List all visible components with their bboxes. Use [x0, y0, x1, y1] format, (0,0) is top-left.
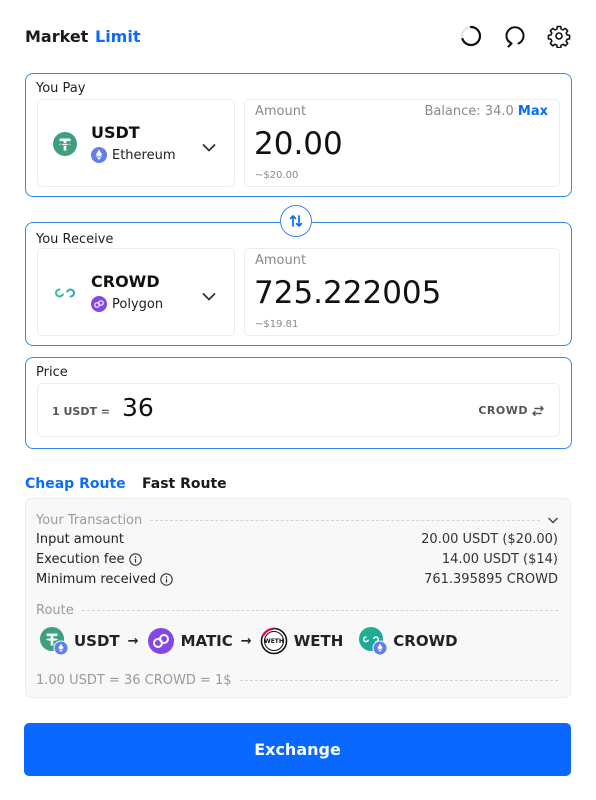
tx-row-minimum-received: Minimum received 761.395895 CROWD	[36, 572, 558, 590]
chevron-down-icon[interactable]	[548, 517, 558, 524]
price-prefix: 1 USDT =	[52, 405, 111, 418]
crowd-on-ethereum-icon	[359, 627, 388, 656]
svg-text:WETH: WETH	[264, 638, 284, 645]
refresh-icon[interactable]	[503, 24, 527, 48]
route-title: Route	[36, 602, 74, 618]
route-node-usdt: USDT	[40, 627, 120, 656]
tab-cheap-route[interactable]: Cheap Route	[25, 476, 126, 492]
header: Market Limit	[25, 22, 573, 52]
receive-amount-box: Amount ~$19.81	[244, 248, 560, 336]
receive-token-selector[interactable]: CROWD Polygon	[37, 248, 235, 336]
route-arrow: →	[240, 633, 252, 649]
swap-direction-button[interactable]	[280, 205, 312, 237]
matic-polygon-icon	[147, 627, 175, 655]
price-unit-toggle[interactable]: CROWD	[478, 404, 545, 417]
weth-icon: WETH	[260, 627, 288, 655]
loading-spinner-icon	[459, 24, 483, 48]
receive-chain-name: Polygon	[112, 296, 164, 312]
max-button[interactable]: Max	[518, 104, 548, 119]
rate-summary: 1.00 USDT = 36 CROWD = 1$	[36, 672, 232, 688]
tx-label: Input amount	[36, 532, 124, 547]
execution-fee-label: Execution fee	[36, 552, 125, 567]
tab-limit[interactable]: Limit	[95, 27, 140, 46]
receive-panel: You Receive CROWD Polygon Amount ~$19.81	[25, 222, 572, 346]
tx-label: Minimum received	[36, 572, 173, 587]
price-unit-label: CROWD	[478, 404, 528, 417]
tx-row-input-amount: Input amount 20.00 USDT ($20.00)	[36, 532, 558, 550]
route-node-crowd: CROWD	[359, 627, 458, 656]
receive-token-symbol: CROWD	[91, 272, 160, 291]
pay-amount-box: Amount Balance: 34.0 Max ~$20.00	[244, 99, 560, 187]
pay-token-selector[interactable]: USDT Ethereum	[37, 99, 235, 187]
input-amount-label: Input amount	[36, 532, 124, 547]
pay-balance: Balance: 34.0 Max	[424, 104, 548, 119]
route-symbol: MATIC	[180, 632, 233, 650]
ethereum-icon	[91, 147, 107, 163]
settings-gear-icon[interactable]	[547, 24, 571, 49]
transaction-card: Your Transaction Input amount 20.00 USDT…	[25, 498, 571, 698]
minimum-received-label: Minimum received	[36, 572, 157, 587]
tab-fast-route[interactable]: Fast Route	[142, 476, 227, 492]
route-path: USDT → MATIC → WETH WETH CROWD	[40, 627, 458, 656]
execution-fee-value: 14.00 USDT ($14)	[441, 552, 558, 567]
crowd-infinity-icon	[53, 281, 77, 305]
chevron-down-icon	[202, 287, 216, 301]
balance-text: Balance: 34.0	[424, 104, 514, 119]
minimum-received-value: 761.395895 CROWD	[424, 572, 558, 587]
pay-chain: Ethereum	[91, 146, 176, 164]
swap-vertical-arrows-icon	[289, 215, 303, 227]
route-section-header: Route	[36, 601, 558, 619]
polygon-icon	[91, 296, 107, 312]
receive-chain: Polygon	[91, 295, 163, 313]
exchange-button[interactable]: Exchange	[24, 723, 571, 776]
price-panel: Price 1 USDT = CROWD	[25, 357, 572, 449]
pay-panel: You Pay USDT Ethereum Amount Balance: 34…	[25, 73, 572, 197]
usdt-on-ethereum-icon	[40, 627, 69, 656]
pay-label: You Pay	[36, 81, 86, 96]
tab-market[interactable]: Market	[25, 27, 88, 46]
info-icon[interactable]	[160, 573, 173, 586]
route-symbol: USDT	[74, 632, 120, 650]
rate-summary-row: 1.00 USDT = 36 CROWD = 1$	[36, 671, 558, 689]
pay-chain-name: Ethereum	[112, 147, 176, 163]
pay-amount-usd: ~$20.00	[255, 170, 299, 181]
route-node-weth: WETH WETH	[260, 627, 344, 655]
route-arrow: →	[127, 633, 139, 649]
tx-label: Execution fee	[36, 552, 142, 567]
price-input[interactable]	[122, 393, 422, 422]
divider	[150, 519, 540, 521]
pay-token-symbol: USDT	[91, 123, 140, 142]
pay-amount-label: Amount	[255, 104, 307, 119]
tx-row-execution-fee: Execution fee 14.00 USDT ($14)	[36, 552, 558, 570]
chevron-down-icon	[202, 138, 216, 152]
price-label: Price	[36, 365, 68, 380]
receive-label: You Receive	[36, 232, 114, 247]
receive-amount-input[interactable]	[254, 275, 549, 311]
pay-amount-input[interactable]	[254, 126, 549, 162]
swap-horizontal-arrows-icon	[532, 405, 544, 416]
route-node-matic: MATIC	[147, 627, 233, 655]
receive-amount-usd: ~$19.81	[255, 319, 299, 330]
receive-amount-label: Amount	[255, 253, 307, 268]
price-box: 1 USDT = CROWD	[37, 383, 560, 437]
info-icon[interactable]	[128, 553, 142, 566]
route-symbol: CROWD	[393, 632, 458, 650]
transaction-section-header[interactable]: Your Transaction	[36, 511, 558, 529]
input-amount-value: 20.00 USDT ($20.00)	[421, 532, 558, 547]
route-symbol: WETH	[293, 632, 344, 650]
divider	[239, 679, 558, 681]
transaction-title: Your Transaction	[36, 512, 143, 528]
divider	[81, 609, 558, 611]
usdt-tether-icon	[53, 132, 77, 156]
